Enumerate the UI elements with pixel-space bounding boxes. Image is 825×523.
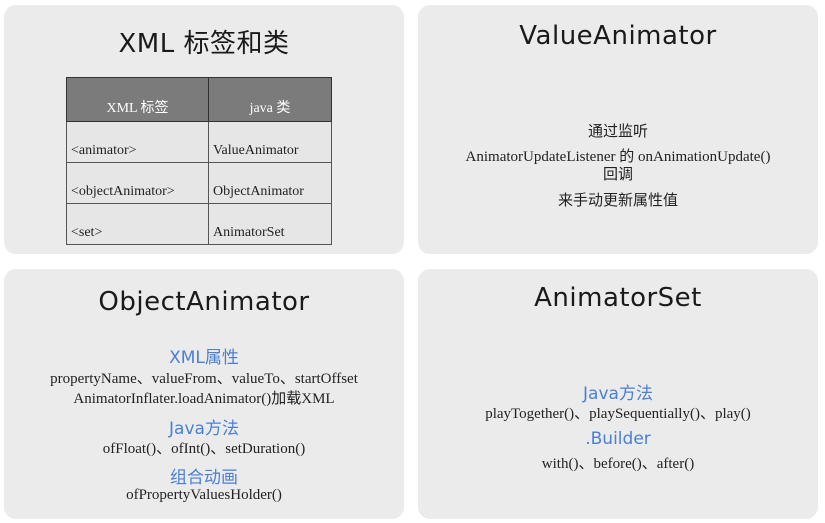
object-animator-panel: ObjectAnimator XML属性 propertyName、valueF…: [4, 269, 404, 519]
combined-animation-heading: 组合动画: [170, 468, 238, 488]
value-animator-line: 来手动更新属性值: [557, 193, 678, 209]
xml-attributes-line: AnimatorInflater.loadAnimator()加载XML: [73, 391, 335, 407]
table-header-xml-tag: XML 标签: [66, 77, 209, 122]
object-animator-title: ObjectAnimator: [98, 287, 310, 317]
table-cell-xml-tag: <animator>: [66, 121, 209, 163]
java-methods-heading: Java方法: [169, 419, 239, 439]
value-animator-panel: ValueAnimator 通过监听 AnimatorUpdateListene…: [418, 5, 818, 254]
table-cell-java-class: AnimatorSet: [208, 203, 332, 245]
combined-animation-line: ofPropertyValuesHolder(): [126, 487, 282, 503]
value-animator-line: 通过监听: [587, 124, 648, 140]
table-cell-java-class: ValueAnimator: [208, 121, 332, 163]
java-methods-heading: Java方法: [583, 384, 653, 404]
table-cell-xml-tag: <set>: [66, 203, 209, 245]
java-methods-line: playTogether()、playSequentially()、play(): [485, 406, 751, 422]
table-header-row: XML 标签 java 类: [66, 77, 332, 122]
value-animator-title: ValueAnimator: [519, 21, 717, 51]
java-methods-line: ofFloat()、ofInt()、setDuration(): [102, 441, 306, 457]
table-cell-java-class: ObjectAnimator: [208, 162, 332, 204]
table-row: <animator> ValueAnimator: [66, 121, 332, 163]
animator-set-title: AnimatorSet: [534, 283, 702, 313]
builder-heading: .Builder: [585, 429, 651, 449]
xml-attributes-line: propertyName、valueFrom、valueTo、startOffs…: [50, 371, 358, 387]
value-animator-line: 回调: [602, 167, 633, 183]
animator-set-panel: AnimatorSet Java方法 playTogether()、playSe…: [418, 269, 818, 519]
table-row: <objectAnimator> ObjectAnimator: [66, 162, 332, 204]
xml-tags-table: XML 标签 java 类 <animator> ValueAnimator <…: [66, 77, 332, 245]
xml-attributes-heading: XML属性: [169, 348, 239, 368]
table-row: <set> AnimatorSet: [66, 203, 332, 245]
table-cell-xml-tag: <objectAnimator>: [66, 162, 209, 204]
table-header-java-class: java 类: [208, 77, 332, 122]
xml-tags-panel: XML 标签和类 XML 标签 java 类 <animator> ValueA…: [4, 5, 404, 254]
builder-line: with()、before()、after(): [541, 456, 695, 472]
xml-panel-title: XML 标签和类: [118, 29, 290, 59]
